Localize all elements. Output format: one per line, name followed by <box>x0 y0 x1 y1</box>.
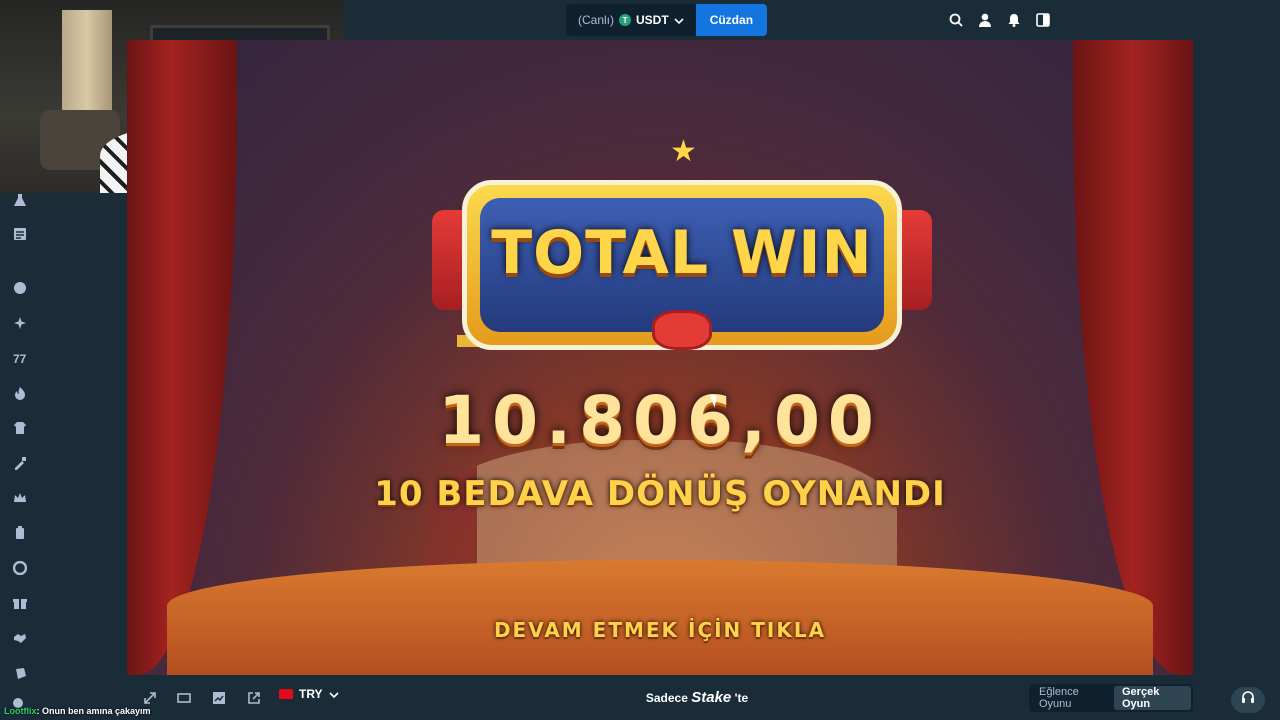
total-win-title: TOTAL WIN <box>491 218 873 288</box>
game-footer: TRY Sadece Stake 'te Eğlence Oyunu Gerçe… <box>127 677 1193 720</box>
popout-icon[interactable] <box>245 689 263 707</box>
wallet-currency-selector[interactable]: (Canlı) T USDT <box>566 4 696 36</box>
sponsor-icon[interactable] <box>12 280 28 296</box>
ticket-icon[interactable] <box>12 665 28 681</box>
jersey-icon[interactable] <box>12 420 28 436</box>
chevron-down-icon <box>674 13 684 27</box>
play-mode-toggle: Eğlence Oyunu Gerçek Oyun <box>1029 684 1193 712</box>
bow-icon <box>652 310 712 350</box>
star-icon: ★ <box>670 135 697 168</box>
handshake-icon[interactable] <box>12 630 28 646</box>
top-icons <box>948 10 1051 30</box>
total-win-banner: ★ TOTAL WIN <box>432 135 932 355</box>
expand-icon[interactable] <box>141 689 159 707</box>
tagline-prefix: Sadece <box>645 691 688 705</box>
game-canvas[interactable]: ★ TOTAL WIN <box>127 40 1193 675</box>
sidebar-toggle-icon[interactable] <box>1035 10 1051 30</box>
real-mode-button[interactable]: Gerçek Oyun <box>1114 686 1191 710</box>
headset-icon <box>1241 690 1255 710</box>
wallet-live-label: (Canlı) <box>578 13 615 27</box>
turkey-flag-icon <box>279 689 293 699</box>
battery-icon[interactable] <box>12 525 28 541</box>
fire-icon[interactable] <box>12 385 28 401</box>
chat-username: Lootflix <box>4 706 37 716</box>
wallet-currency-label: USDT <box>636 13 669 27</box>
fun-mode-button[interactable]: Eğlence Oyunu <box>1031 686 1114 710</box>
chevron-down-icon <box>328 687 339 701</box>
usdt-coin-icon: T <box>619 14 632 26</box>
stake-logo: Stake <box>691 689 732 706</box>
dropper-icon[interactable] <box>12 455 28 471</box>
stream-chat-message: Lootflix: Onun ben amına çakayım <box>4 706 151 716</box>
seven-icon[interactable]: 77 <box>12 350 28 366</box>
bell-icon[interactable] <box>1006 10 1022 30</box>
wallet-group: (Canlı) T USDT Cüzdan <box>566 4 768 36</box>
chat-text: : Onun ben amına çakayım <box>36 706 151 716</box>
lifebuoy-icon[interactable] <box>12 560 28 576</box>
news-icon[interactable] <box>12 226 28 242</box>
wallet-button[interactable]: Cüzdan <box>695 4 768 36</box>
free-spins-summary: 10 BEDAVA DÖNÜŞ OYNANDI <box>374 474 946 514</box>
search-icon[interactable] <box>948 10 964 30</box>
win-amount: 10.806,00 <box>438 382 882 459</box>
currency-label: TRY <box>299 687 323 701</box>
sidebar: 77 <box>0 190 40 690</box>
gift-icon[interactable] <box>12 595 28 611</box>
stats-chart-icon[interactable] <box>210 689 228 707</box>
curtain-right <box>1073 40 1193 675</box>
tagline-suffix: 'te <box>734 691 749 705</box>
live-support-button[interactable] <box>1231 687 1265 713</box>
flask-icon[interactable] <box>12 192 28 208</box>
currency-selector[interactable]: TRY <box>279 687 339 701</box>
curtain-left <box>127 40 237 675</box>
sparkle-icon[interactable] <box>12 315 28 331</box>
crown-icon[interactable] <box>12 490 28 506</box>
theatre-mode-icon[interactable] <box>175 689 193 707</box>
svg-text:77: 77 <box>13 352 27 365</box>
continue-prompt[interactable]: DEVAM ETMEK İÇİN TIKLA <box>127 618 1193 642</box>
stake-tagline: Sadece Stake 'te <box>607 689 787 706</box>
user-icon[interactable] <box>977 10 993 30</box>
